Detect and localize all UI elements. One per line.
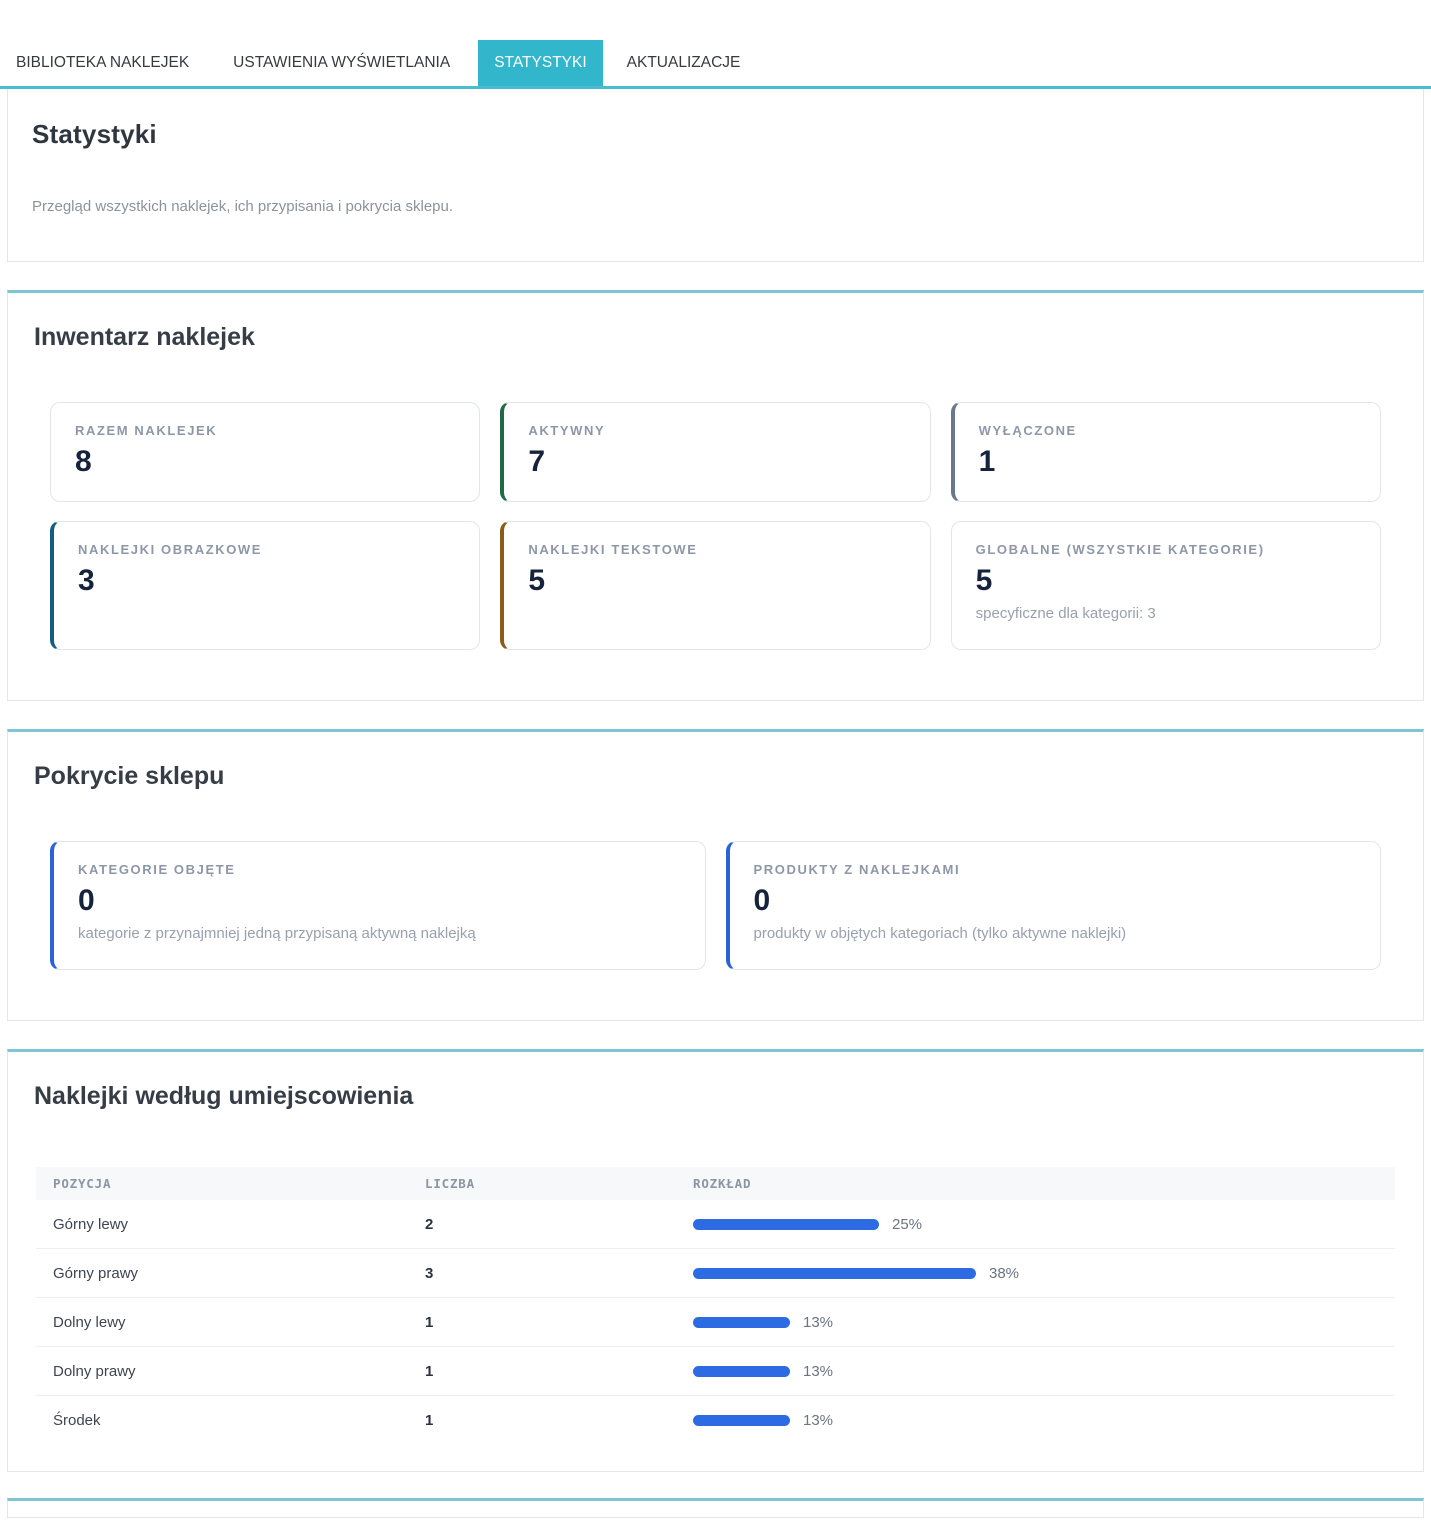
stat-card-label: AKTYWNY — [528, 423, 905, 438]
statistics-header-panel: Statystyki Przegląd wszystkich naklejek,… — [7, 89, 1424, 262]
page-title: Statystyki — [32, 119, 1399, 150]
distribution-percent: 38% — [989, 1265, 1019, 1282]
stat-card-label: GLOBALNE (WSZYSTKIE KATEGORIE) — [976, 542, 1356, 557]
stat-card-label: PRODUKTY Z NAKLEJKAMI — [754, 862, 1357, 877]
row-position-label: Środek — [53, 1412, 425, 1429]
row-count-value: 1 — [425, 1363, 693, 1380]
distribution-percent: 13% — [803, 1363, 833, 1380]
inventory-cards: RAZEM NAKLEJEK 8 AKTYWNY 7 WYŁĄCZONE 1 N… — [50, 402, 1381, 650]
table-row-top-left: Górny lewy 2 25% — [36, 1200, 1395, 1249]
inventory-section: Inwentarz naklejek RAZEM NAKLEJEK 8 AKTY… — [7, 290, 1424, 701]
row-position-label: Dolny lewy — [53, 1314, 425, 1331]
stat-card-label: NAKLEJKI TEKSTOWE — [528, 542, 905, 557]
stat-card-categories-covered: KATEGORIE OBJĘTE 0 kategorie z przynajmn… — [50, 841, 706, 970]
table-row-top-right: Górny prawy 3 38% — [36, 1249, 1395, 1298]
stat-card-image-stickers: NAKLEJKI OBRAZKOWE 3 — [50, 521, 480, 650]
stat-card-value: 7 — [528, 445, 905, 478]
distribution-bar — [693, 1415, 790, 1426]
stat-card-products-with-stickers: PRODUKTY Z NAKLEJKAMI 0 produkty w objęt… — [726, 841, 1382, 970]
tab-statystyki[interactable]: STATYSTYKI — [478, 40, 602, 86]
row-position-label: Górny prawy — [53, 1265, 425, 1282]
stat-card-label: KATEGORIE OBJĘTE — [78, 862, 681, 877]
next-section-stub — [7, 1498, 1424, 1518]
placement-table-header: POZYCJA LICZBA ROZKŁAD — [36, 1167, 1395, 1200]
tab-bar: BIBLIOTEKA NAKLEJEK USTAWIENIA WYŚWIETLA… — [0, 0, 1431, 89]
tab-ustawienia-wyswietlania[interactable]: USTAWIENIA WYŚWIETLANIA — [217, 40, 466, 86]
stat-card-value: 0 — [78, 884, 681, 917]
stat-card-note: kategorie z przynajmniej jedną przypisan… — [78, 925, 681, 942]
stat-card-value: 5 — [976, 564, 1356, 597]
row-position-label: Górny lewy — [53, 1216, 425, 1233]
placement-table: POZYCJA LICZBA ROZKŁAD Górny lewy 2 25% … — [36, 1167, 1395, 1445]
row-count-value: 2 — [425, 1216, 693, 1233]
coverage-cards: KATEGORIE OBJĘTE 0 kategorie z przynajmn… — [50, 841, 1381, 970]
distribution-percent: 25% — [892, 1216, 922, 1233]
row-count-value: 1 — [425, 1412, 693, 1429]
stat-card-global: GLOBALNE (WSZYSTKIE KATEGORIE) 5 specyfi… — [951, 521, 1381, 650]
row-position-label: Dolny prawy — [53, 1363, 425, 1380]
distribution-bar — [693, 1366, 790, 1377]
table-row-bottom-left: Dolny lewy 1 13% — [36, 1298, 1395, 1347]
stat-card-note: produkty w objętych kategoriach (tylko a… — [754, 925, 1357, 942]
stat-card-label: RAZEM NAKLEJEK — [75, 423, 455, 438]
distribution-percent: 13% — [803, 1412, 833, 1429]
coverage-section: Pokrycie sklepu KATEGORIE OBJĘTE 0 kateg… — [7, 729, 1424, 1021]
row-count-value: 1 — [425, 1314, 693, 1331]
stat-card-disabled: WYŁĄCZONE 1 — [951, 402, 1381, 502]
stat-card-total: RAZEM NAKLEJEK 8 — [50, 402, 480, 502]
coverage-section-title: Pokrycie sklepu — [34, 762, 1399, 791]
inventory-section-title: Inwentarz naklejek — [34, 323, 1399, 352]
placement-section-title: Naklejki według umiejscowienia — [34, 1082, 1399, 1111]
stat-card-text-stickers: NAKLEJKI TEKSTOWE 5 — [500, 521, 930, 650]
stat-card-note: specyficzne dla kategorii: 3 — [976, 605, 1356, 622]
placement-section: Naklejki według umiejscowienia POZYCJA L… — [7, 1049, 1424, 1472]
stat-card-label: NAKLEJKI OBRAZKOWE — [78, 542, 455, 557]
stat-card-value: 5 — [528, 564, 905, 597]
page-subtitle: Przegląd wszystkich naklejek, ich przypi… — [32, 198, 1399, 215]
stat-card-active: AKTYWNY 7 — [500, 402, 930, 502]
stat-card-value: 1 — [979, 445, 1356, 478]
tab-aktualizacje[interactable]: AKTUALIZACJE — [611, 40, 757, 86]
stat-card-label: WYŁĄCZONE — [979, 423, 1356, 438]
table-row-center: Środek 1 13% — [36, 1396, 1395, 1445]
column-header-count: LICZBA — [425, 1176, 693, 1191]
stat-card-value: 8 — [75, 445, 455, 478]
distribution-percent: 13% — [803, 1314, 833, 1331]
row-count-value: 3 — [425, 1265, 693, 1282]
stat-card-value: 3 — [78, 564, 455, 597]
column-header-position: POZYCJA — [53, 1176, 425, 1191]
distribution-bar — [693, 1268, 976, 1279]
distribution-bar — [693, 1219, 879, 1230]
stat-card-value: 0 — [754, 884, 1357, 917]
tab-biblioteka-naklejek[interactable]: BIBLIOTEKA NAKLEJEK — [0, 40, 205, 86]
distribution-bar — [693, 1317, 790, 1328]
table-row-bottom-right: Dolny prawy 1 13% — [36, 1347, 1395, 1396]
column-header-distribution: ROZKŁAD — [693, 1176, 1395, 1191]
